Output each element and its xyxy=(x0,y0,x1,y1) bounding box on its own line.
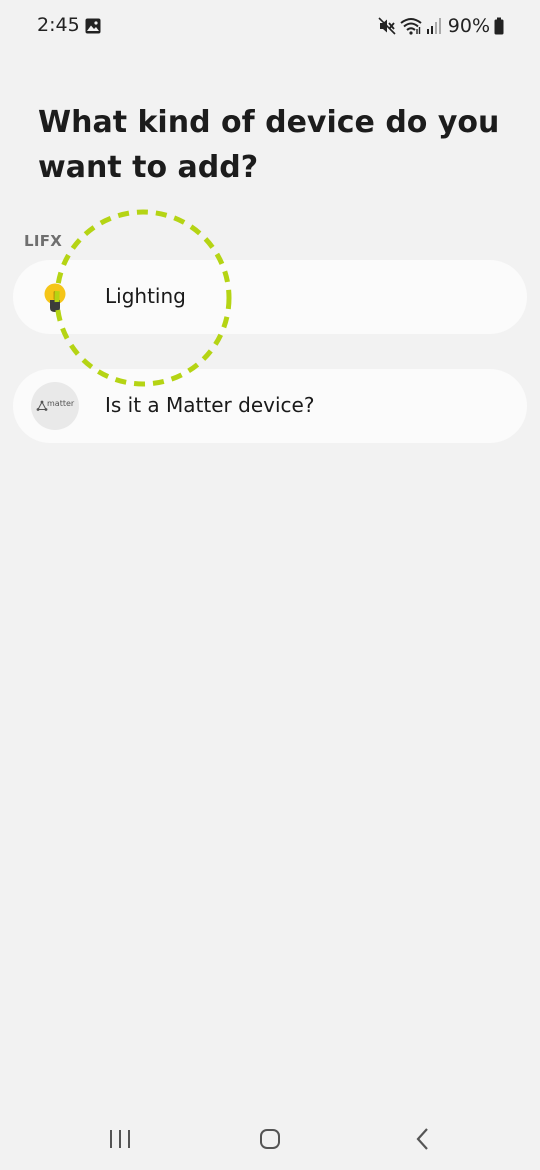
section-label-lifx: LIFX xyxy=(24,232,63,250)
home-icon[interactable] xyxy=(255,1124,285,1154)
navigation-bar xyxy=(0,1108,540,1170)
status-right: 90% xyxy=(378,14,504,38)
signal-icon xyxy=(426,18,441,34)
battery-percent: 90% xyxy=(447,15,490,37)
device-option-label: Lighting xyxy=(105,284,186,308)
back-icon[interactable] xyxy=(408,1124,438,1154)
device-option-lighting[interactable]: Lighting xyxy=(13,260,527,334)
matter-logo-icon: matter xyxy=(31,382,79,430)
page-title: What kind of device do you want to add? xyxy=(38,105,500,185)
mute-icon xyxy=(378,17,396,35)
battery-icon xyxy=(494,17,504,35)
light-bulb-icon xyxy=(44,283,66,312)
matter-logo-text: matter xyxy=(47,399,75,408)
device-option-label: Is it a Matter device? xyxy=(105,393,315,417)
wifi-icon xyxy=(400,18,422,35)
device-option-matter[interactable]: matter Is it a Matter device? xyxy=(13,369,527,443)
gallery-icon xyxy=(85,18,101,34)
status-bar: 2:45 90% xyxy=(0,0,540,52)
status-time: 2:45 xyxy=(37,14,80,36)
recents-icon[interactable] xyxy=(105,1124,135,1154)
screen: 2:45 90% What kind of device do you want… xyxy=(0,0,540,1170)
